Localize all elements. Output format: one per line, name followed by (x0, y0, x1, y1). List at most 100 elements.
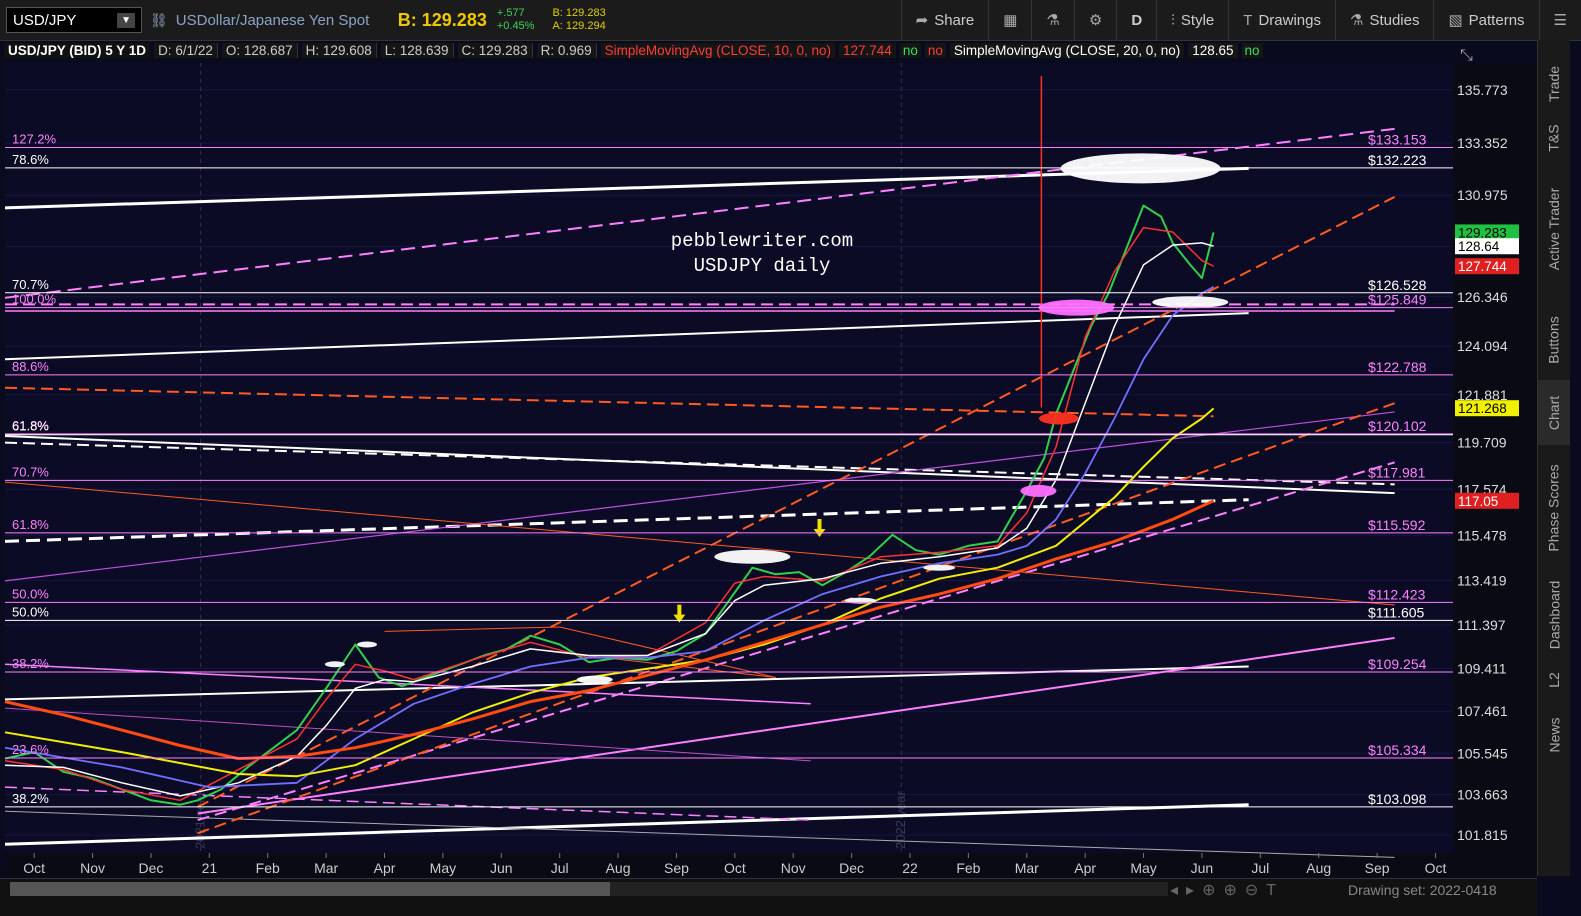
side-tabs: Trade T&S Active Trader Buttons Chart Phase S… (1537, 40, 1570, 876)
price-chart[interactable]: 2021 year 2022 year 127.2%78.6%70.7%100.0… (0, 40, 1537, 876)
highlight-ellipse-2[interactable] (1152, 296, 1229, 309)
highlight-ellipse-5[interactable] (714, 549, 791, 564)
fib-label-11: 38.2% (12, 656, 49, 671)
highlight-ellipse-3[interactable] (1038, 412, 1079, 425)
y-tick-label-2: 130.975 (1457, 187, 1508, 203)
arrow-left-icon[interactable]: ◂ (1170, 882, 1186, 899)
y-tick-label-9: 115.478 (1457, 527, 1507, 543)
side-tab-label: Dashboard (1546, 580, 1562, 650)
drawing-set-label[interactable]: Drawing set: 2022-0418 (1348, 882, 1497, 898)
price-badge-3: 121.268 (1458, 401, 1507, 416)
x-tick-label-4: Feb (256, 860, 280, 876)
side-tab-trade[interactable]: Trade (1538, 50, 1570, 118)
x-tick-label-19: May (1130, 860, 1156, 876)
text-icon[interactable]: T (1266, 882, 1284, 899)
drawings-button[interactable]: T Drawings (1228, 0, 1335, 40)
x-tick-label-3: 21 (202, 860, 218, 876)
x-tick-label-9: Jul (551, 860, 569, 876)
symbol-text: USD/JPY (13, 11, 77, 29)
x-tick-label-2: Dec (139, 860, 164, 876)
price-level-label-6: $117.981 (1368, 464, 1426, 480)
collapse-icon[interactable]: ⤡ (1460, 47, 1473, 64)
time-scrollbar[interactable] (10, 882, 1168, 896)
side-tab-label: Phase Scores (1546, 463, 1563, 552)
x-tick-label-18: Apr (1074, 860, 1096, 876)
arrow-right-icon[interactable]: ▸ (1186, 882, 1202, 899)
chevron-down-icon[interactable]: ▼ (117, 12, 135, 28)
chart-title: pebblewriter.com (671, 230, 853, 252)
patterns-button[interactable]: ▧ Patterns (1433, 0, 1538, 40)
fib-label-4: 88.6% (12, 359, 49, 374)
side-tab-dashboard[interactable]: Dashboard (1538, 570, 1570, 660)
zoom-controls[interactable]: ◂▸⊕⊕⊖T (1170, 880, 1284, 900)
top-toolbar: USD/JPY ▼ ⛓ USDollar/Japanese Yen Spot B… (0, 0, 1581, 41)
share-label: Share (934, 11, 975, 29)
price-badge-0: 129.283 (1458, 225, 1507, 240)
x-tick-label-13: Nov (781, 860, 806, 876)
price-level-label-10: $109.254 (1368, 656, 1427, 672)
style-button[interactable]: ⫶ Style (1156, 0, 1228, 40)
x-tick-label-10: Aug (606, 860, 631, 876)
side-tab-label: T&S (1545, 124, 1562, 152)
change-value: +.577 (496, 7, 525, 19)
side-tab-news[interactable]: News (1538, 700, 1570, 770)
scrollbar-thumb[interactable] (10, 882, 610, 896)
menu-button[interactable]: ☰ (1538, 0, 1581, 40)
gear-icon: ⚙ (1088, 12, 1103, 29)
studies-button[interactable]: ⚗ Studies (1334, 0, 1434, 40)
fib-label-8: 61.8% (12, 517, 49, 532)
symbol-selector[interactable]: USD/JPY ▼ (6, 7, 142, 33)
pan-icon[interactable]: ⊕ (1202, 882, 1223, 899)
x-tick-label-20: Jun (1191, 860, 1214, 876)
fib-label-12: 23.6% (12, 742, 49, 757)
zoom-in-icon[interactable]: ⊕ (1223, 882, 1244, 899)
highlight-ellipse-6[interactable] (923, 564, 956, 571)
y-tick-label-12: 109.411 (1457, 660, 1507, 676)
fib-label-9: 50.0% (12, 586, 49, 601)
period-label: D (1131, 11, 1143, 29)
side-tab-phase-scores[interactable]: Phase Scores (1538, 445, 1570, 570)
fib-label-6: 61.8% (12, 419, 49, 434)
price-level-label-2: $126.528 (1368, 277, 1427, 293)
period-button[interactable]: D (1116, 0, 1156, 40)
fib-label-3: 100.0% (12, 292, 57, 307)
lab-button[interactable]: ⚗ (1031, 0, 1073, 40)
highlight-ellipse-8[interactable] (576, 675, 613, 684)
side-tab-label: News (1546, 717, 1563, 753)
share-button[interactable]: ➦ Share (900, 0, 989, 40)
price-level-label-4: $122.788 (1368, 359, 1427, 375)
zoom-out-icon[interactable]: ⊖ (1245, 882, 1266, 899)
side-tab-chart[interactable]: Chart (1538, 380, 1570, 445)
grid-icon: ▦ (1003, 12, 1018, 29)
highlight-ellipse-9[interactable] (357, 641, 377, 648)
price-badge-1: 128.64 (1458, 239, 1500, 254)
side-tab-label: L2 (1545, 672, 1562, 688)
flexible-grid-button[interactable]: ▦ (988, 0, 1031, 40)
x-tick-label-11: Sep (664, 860, 689, 876)
x-tick-label-16: Feb (956, 860, 980, 876)
highlight-ellipse-4[interactable] (1020, 484, 1057, 497)
y-tick-label-7: 119.709 (1457, 434, 1507, 450)
year-label-1: 2022 year (893, 791, 908, 849)
price-level-label-5: $120.102 (1368, 418, 1427, 434)
settings-button[interactable]: ⚙ (1073, 0, 1116, 40)
y-tick-label-11: 111.397 (1457, 617, 1506, 633)
pattern-icon: ▧ (1448, 12, 1463, 29)
side-tab-l2[interactable]: L2 (1538, 660, 1570, 700)
link-icon[interactable]: ⛓ (150, 12, 168, 29)
x-tick-label-22: Aug (1306, 860, 1331, 876)
price-level-label-11: $105.334 (1368, 742, 1427, 758)
fib-label-0: 127.2% (12, 131, 57, 146)
y-tick-label-0: 135.773 (1457, 82, 1508, 98)
price-badge-4: 117.05 (1458, 494, 1498, 509)
x-tick-label-5: Mar (314, 860, 338, 876)
price-level-label-8: $112.423 (1368, 586, 1426, 602)
side-tab-t-s[interactable]: T&S (1538, 118, 1570, 158)
x-tick-label-1: Nov (80, 860, 105, 876)
x-tick-label-15: 22 (902, 860, 918, 876)
highlight-ellipse-10[interactable] (324, 661, 345, 668)
side-tab-buttons[interactable]: Buttons (1538, 300, 1570, 380)
side-tab-active-trader[interactable]: Active Trader (1538, 158, 1570, 300)
y-tick-label-13: 107.461 (1457, 703, 1508, 719)
list-icon: ☰ (1553, 12, 1567, 29)
